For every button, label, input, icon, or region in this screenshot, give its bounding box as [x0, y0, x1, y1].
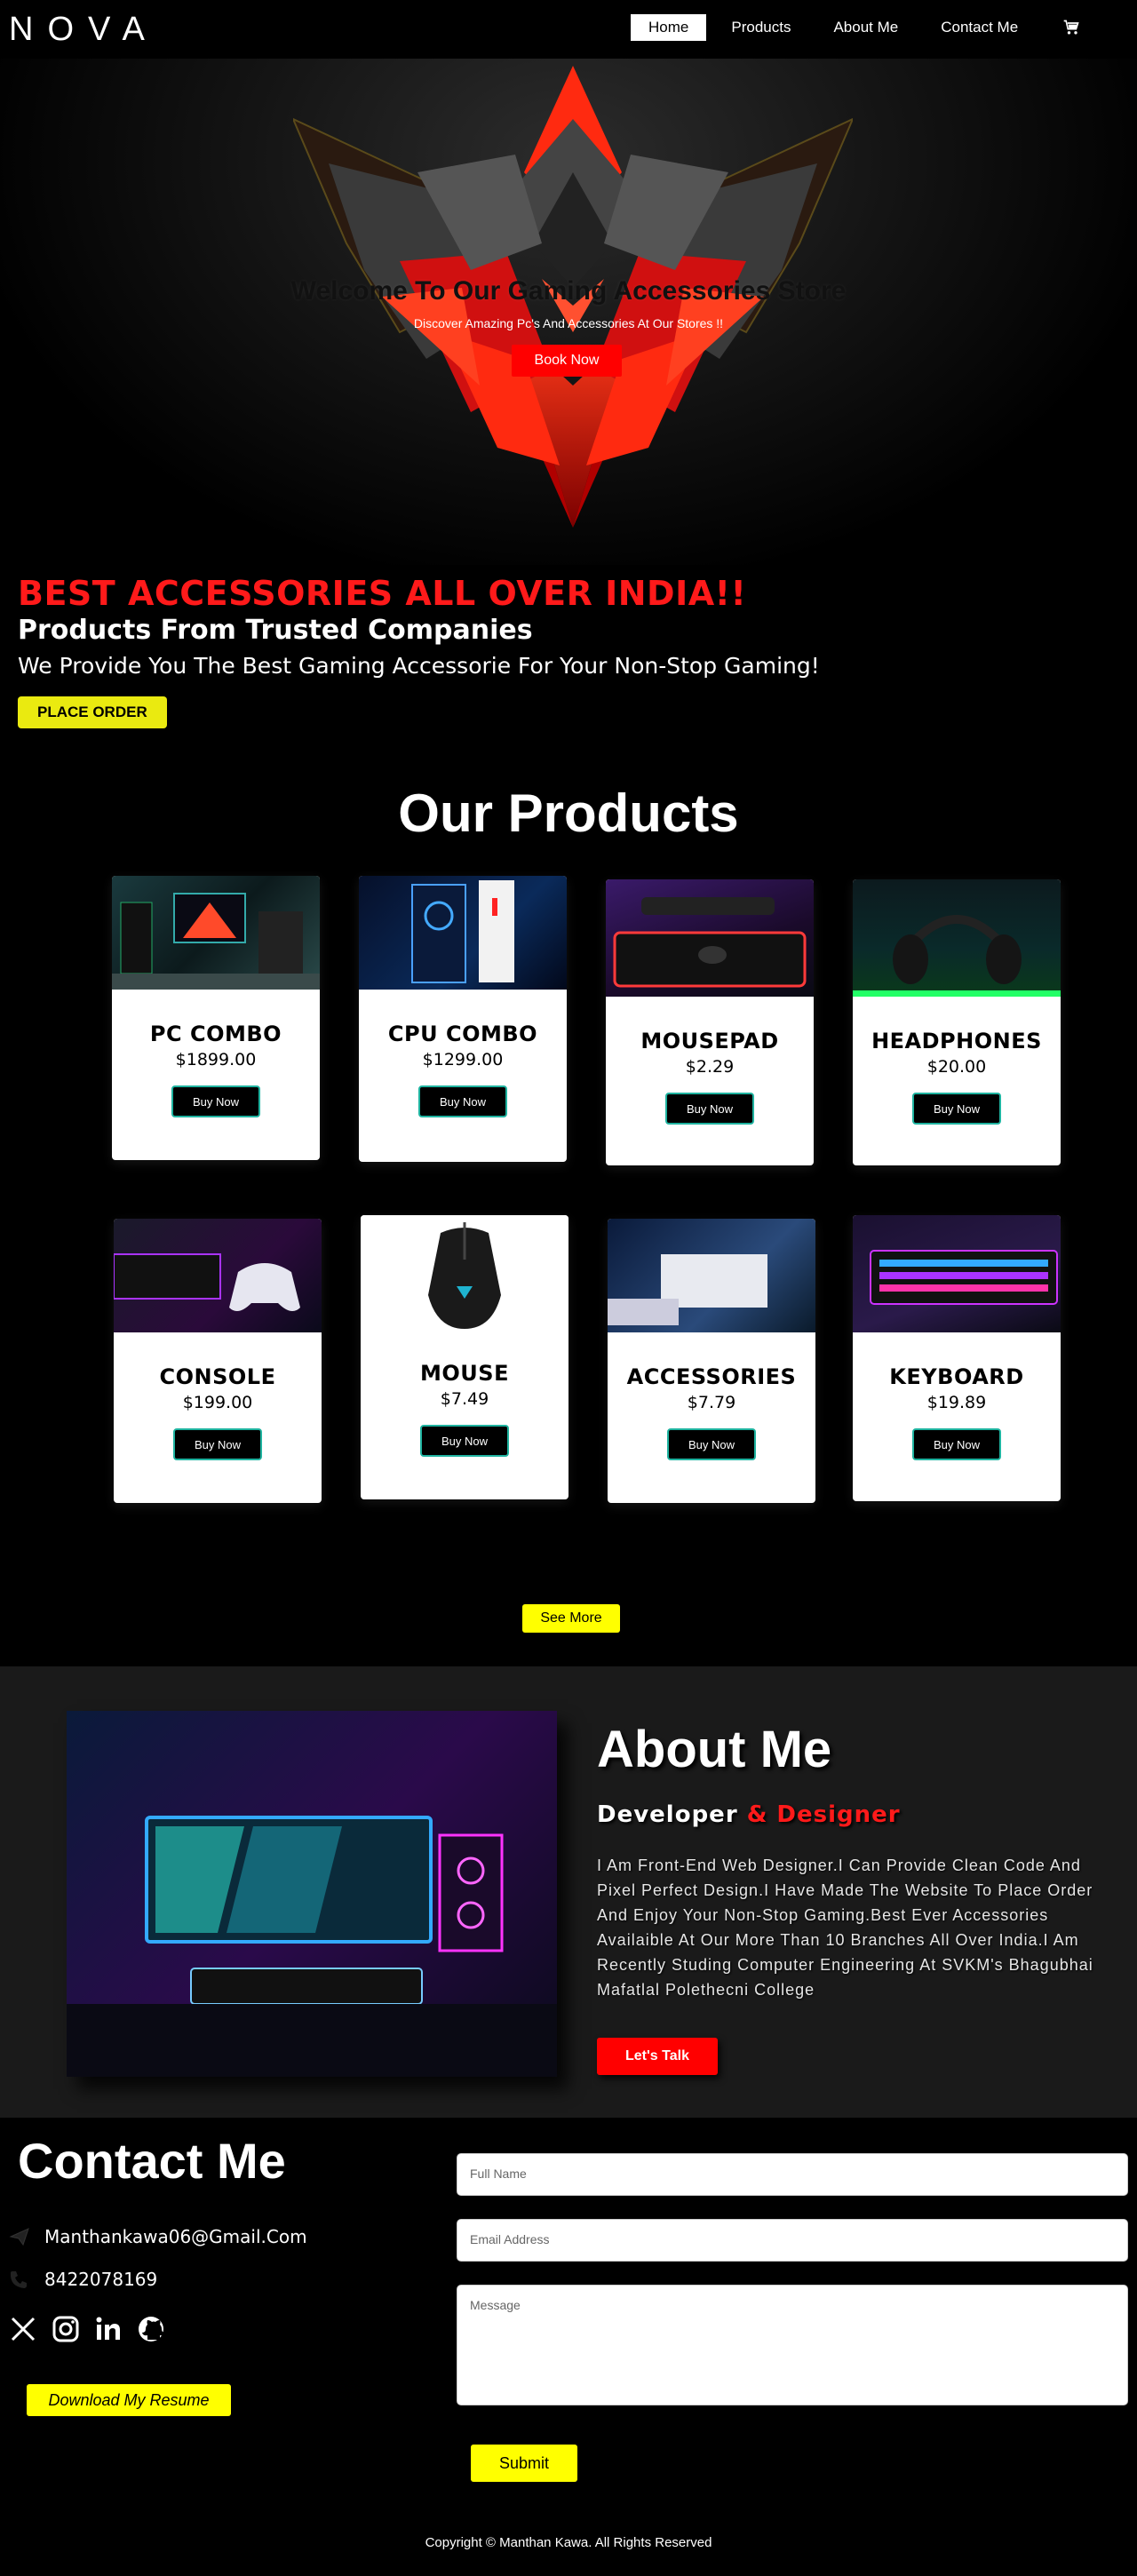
about-role-developer: Developer: [597, 1801, 738, 1828]
product-name: PC COMBO: [149, 1022, 282, 1046]
contact-email-row: Manthankawa06@Gmail.Com: [9, 2226, 307, 2247]
banner-section: BEST ACCESSORIES ALL OVER INDIA!! Produc…: [0, 565, 1137, 778]
contact-email[interactable]: Manthankawa06@Gmail.Com: [44, 2226, 307, 2247]
full-name-input[interactable]: Full Name: [457, 2153, 1128, 2196]
buy-now-button[interactable]: Buy Now: [171, 1085, 260, 1117]
nav-links: Home Products About Me Contact Me: [631, 14, 1080, 41]
buy-now-button[interactable]: Buy Now: [173, 1428, 262, 1460]
x-icon[interactable]: [9, 2315, 37, 2343]
buy-now-button[interactable]: Buy Now: [667, 1428, 756, 1460]
phone-icon: [9, 2269, 34, 2290]
contact-title: Contact Me: [18, 2133, 286, 2189]
product-price: $20.00: [926, 1057, 987, 1077]
product-price: $7.79: [687, 1393, 736, 1412]
product-image-mousepad: [606, 879, 814, 997]
product-image-headphones: [853, 879, 1061, 997]
github-icon[interactable]: [137, 2315, 165, 2343]
hero-subtitle: Discover Amazing Pc's And Accessories At…: [413, 316, 724, 330]
product-image-mouse: [361, 1215, 568, 1329]
site-logo[interactable]: NOVA: [9, 11, 159, 49]
about-section: About Me Developer & Designer I Am Front…: [0, 1666, 1137, 2118]
product-image-console: [114, 1219, 322, 1332]
instagram-icon[interactable]: [52, 2315, 80, 2343]
nav-home[interactable]: Home: [631, 14, 707, 41]
nav-contact[interactable]: Contact Me: [923, 14, 1036, 41]
navbar: NOVA Home Products About Me Contact Me: [0, 0, 1137, 59]
submit-button[interactable]: Submit: [471, 2445, 577, 2482]
product-card: HEADPHONES $20.00 Buy Now: [853, 879, 1061, 1165]
lets-talk-button[interactable]: Let's Talk: [597, 2038, 718, 2075]
buy-now-button[interactable]: Buy Now: [665, 1093, 754, 1125]
book-now-button[interactable]: Book Now: [512, 345, 622, 377]
product-name: CPU COMBO: [387, 1022, 538, 1046]
product-card: ACCESSORIES $7.79 Buy Now: [608, 1219, 815, 1503]
product-image-cpu-combo: [359, 876, 567, 990]
about-role: Developer & Designer: [597, 1801, 901, 1828]
product-image-pc-combo: [112, 876, 320, 990]
buy-now-button[interactable]: Buy Now: [912, 1428, 1001, 1460]
product-price: $1899.00: [175, 1050, 257, 1069]
contact-phone-row: 8422078169: [9, 2269, 157, 2290]
email-address-input[interactable]: Email Address: [457, 2219, 1128, 2262]
product-name: KEYBOARD: [889, 1364, 1024, 1389]
product-name: CONSOLE: [159, 1364, 276, 1389]
product-card: MOUSEPAD $2.29 Buy Now: [606, 879, 814, 1165]
product-name: ACCESSORIES: [626, 1364, 797, 1389]
contact-phone[interactable]: 8422078169: [44, 2269, 157, 2290]
message-textarea[interactable]: Message: [457, 2285, 1128, 2405]
send-icon: [9, 2226, 34, 2247]
product-name: MOUSEPAD: [640, 1029, 779, 1053]
product-name: HEADPHONES: [871, 1029, 1042, 1053]
social-links: [9, 2315, 179, 2343]
buy-now-button[interactable]: Buy Now: [420, 1425, 509, 1457]
linkedin-icon[interactable]: [94, 2315, 123, 2343]
products-section: Our Products PC COMBO $1899.00 Buy Now C…: [0, 778, 1137, 1666]
product-price: $19.89: [926, 1393, 987, 1412]
hero-section: Welcome To Our Gaming Accessories Store …: [0, 59, 1137, 565]
about-role-designer: & Designer: [746, 1801, 901, 1828]
product-card: PC COMBO $1899.00 Buy Now: [112, 876, 320, 1160]
hero-title: Welcome To Our Gaming Accessories Store: [290, 276, 847, 306]
about-text: I Am Front-End Web Designer.I Can Provid…: [597, 1856, 1093, 1999]
buy-now-button[interactable]: Buy Now: [912, 1093, 1001, 1125]
product-name: MOUSE: [420, 1361, 509, 1386]
place-order-button[interactable]: PLACE ORDER: [18, 696, 167, 728]
product-image-accessories: [608, 1219, 815, 1332]
banner-text: We Provide You The Best Gaming Accessori…: [18, 653, 820, 679]
nav-products[interactable]: Products: [713, 14, 808, 41]
product-price: $2.29: [685, 1057, 735, 1077]
banner-headline: BEST ACCESSORIES ALL OVER INDIA!!: [18, 574, 747, 613]
product-price: $1299.00: [422, 1050, 504, 1069]
nav-about[interactable]: About Me: [815, 14, 916, 41]
buy-now-button[interactable]: Buy Now: [418, 1085, 507, 1117]
about-setup-image: [67, 1711, 557, 2077]
product-image-keyboard: [853, 1215, 1061, 1332]
product-price: $7.49: [440, 1389, 489, 1409]
product-card: MOUSE $7.49 Buy Now: [361, 1215, 568, 1499]
cart-icon[interactable]: [1062, 19, 1080, 36]
product-price: $199.00: [182, 1393, 253, 1412]
banner-subheadline: Products From Trusted Companies: [18, 615, 533, 646]
about-title: About Me: [597, 1721, 832, 1778]
product-card: CPU COMBO $1299.00 Buy Now: [359, 876, 567, 1162]
products-title: Our Products: [398, 783, 739, 843]
contact-section: Contact Me Manthankawa06@Gmail.Com 84220…: [0, 2118, 1137, 2576]
see-more-button[interactable]: See More: [522, 1604, 620, 1633]
product-card: CONSOLE $199.00 Buy Now: [114, 1219, 322, 1503]
download-resume-button[interactable]: Download My Resume: [27, 2384, 231, 2416]
product-card: KEYBOARD $19.89 Buy Now: [853, 1215, 1061, 1501]
footer-copyright: Copyright © Manthan Kawa. All Rights Res…: [425, 2535, 712, 2550]
